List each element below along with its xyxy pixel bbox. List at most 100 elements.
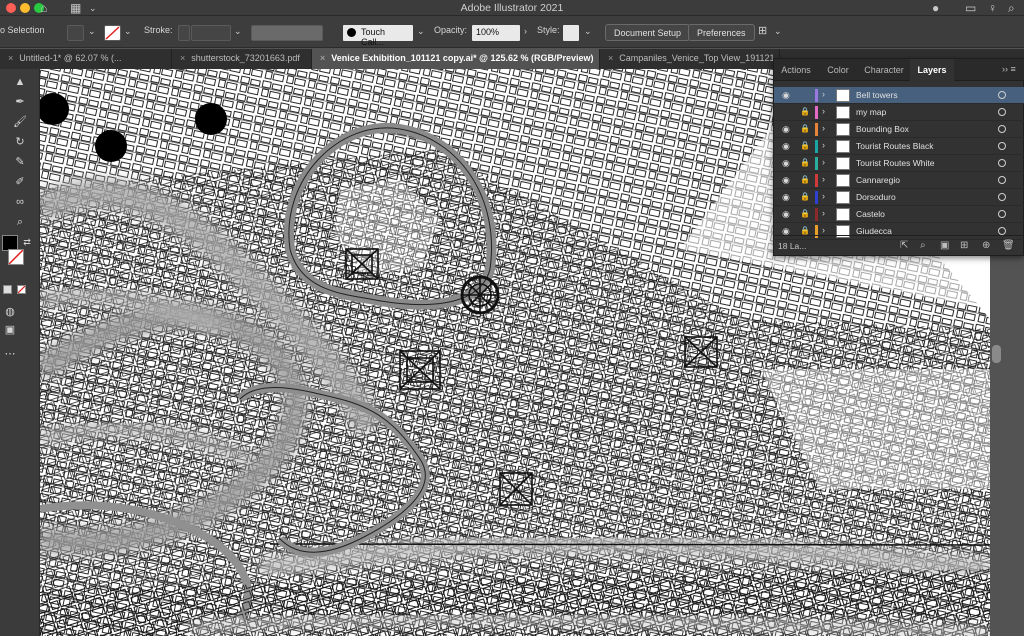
expand-arrow-icon[interactable]: › <box>822 89 825 99</box>
stroke-color-swatch[interactable] <box>8 249 24 265</box>
visibility-eye-icon[interactable]: ◉ <box>782 158 790 169</box>
chevron-down-icon[interactable]: ⌄ <box>234 26 242 37</box>
export-icon[interactable]: ⇱ <box>900 240 908 251</box>
close-icon[interactable]: × <box>608 53 613 63</box>
paintbrush-tool-icon[interactable]: 🖌 <box>13 115 27 129</box>
tab-color[interactable]: Color <box>818 59 858 81</box>
more-tools-icon[interactable]: ⋯ <box>3 347 17 361</box>
close-icon[interactable]: × <box>320 53 325 63</box>
visibility-eye-icon[interactable]: ◉ <box>782 192 790 203</box>
lock-icon[interactable]: 🔒 <box>800 124 810 133</box>
lock-icon[interactable]: 🔒 <box>800 107 810 116</box>
draw-mode-icon[interactable]: ◍ <box>3 305 17 319</box>
layer-row[interactable]: ◉ 🔒 › Cannaregio <box>774 172 1024 189</box>
reference-point-icon[interactable] <box>67 25 84 41</box>
chevron-down-icon[interactable]: ⌄ <box>417 26 425 37</box>
visibility-eye-icon[interactable]: ◉ <box>782 209 790 220</box>
expand-arrow-icon[interactable]: › <box>822 225 825 235</box>
expand-arrow-icon[interactable]: › <box>822 106 825 116</box>
layer-row[interactable]: ◉ 🔒 › Tourist Routes White <box>774 155 1024 172</box>
lock-icon[interactable]: 🔒 <box>800 141 810 150</box>
account-icon[interactable]: ● <box>932 1 939 15</box>
visibility-eye-icon[interactable]: ◉ <box>782 141 790 152</box>
layer-row[interactable]: ◉ 🔒 › Dorsoduro <box>774 189 1024 206</box>
lock-icon[interactable]: 🔒 <box>800 192 810 201</box>
trash-icon[interactable]: 🗑 <box>1002 240 1015 251</box>
tab-campaniles[interactable]: × Campaniles_Venice_Top View_191121 <box>600 49 780 69</box>
visibility-eye-icon[interactable]: ◉ <box>782 90 790 101</box>
none-mode-icon[interactable] <box>17 285 26 294</box>
expand-arrow-icon[interactable]: › <box>822 123 825 133</box>
stroke-none-swatch[interactable] <box>104 25 121 41</box>
target-circle-icon[interactable] <box>998 142 1006 150</box>
preferences-button[interactable]: Preferences <box>688 24 755 41</box>
layer-row[interactable]: 🔒 › my map <box>774 104 1024 121</box>
arrange-icon[interactable]: ⊞ <box>758 24 767 37</box>
tab-actions[interactable]: Actions <box>774 59 818 81</box>
tab-character[interactable]: Character <box>858 59 910 81</box>
tab-layers[interactable]: Layers <box>910 59 954 81</box>
target-circle-icon[interactable] <box>998 159 1006 167</box>
chevron-down-icon[interactable]: ⌄ <box>584 26 592 37</box>
expand-arrow-icon[interactable]: › <box>822 191 825 201</box>
lock-icon[interactable]: 🔒 <box>800 226 810 235</box>
screen-mode-icon[interactable]: ▣ <box>3 323 17 337</box>
target-circle-icon[interactable] <box>998 193 1006 201</box>
target-circle-icon[interactable] <box>998 91 1006 99</box>
expand-arrow-icon[interactable]: › <box>822 174 825 184</box>
rotate-tool-icon[interactable]: ↻ <box>13 135 27 149</box>
eyedropper-tool-icon[interactable]: ✐ <box>13 175 27 189</box>
expand-arrow-icon[interactable]: › <box>822 157 825 167</box>
visibility-eye-icon[interactable]: ◉ <box>782 175 790 186</box>
target-circle-icon[interactable] <box>998 125 1006 133</box>
stroke-stepper[interactable] <box>178 25 190 41</box>
target-circle-icon[interactable] <box>998 210 1006 218</box>
close-icon[interactable]: × <box>8 53 13 63</box>
layer-row[interactable]: ◉ 🔒 › Bounding Box <box>774 121 1024 138</box>
new-layer-icon[interactable]: ⊕ <box>982 240 990 251</box>
expand-arrow-icon[interactable]: › <box>822 140 825 150</box>
panel-menu-icon[interactable]: ›› ≡ <box>1002 64 1016 74</box>
zoom-tool-icon[interactable]: ⌕ <box>13 215 27 229</box>
brush-definition-field[interactable]: Touch Call... <box>343 25 413 47</box>
chevron-down-icon[interactable]: ⌄ <box>124 26 132 37</box>
tab-shutterstock[interactable]: × shutterstock_73201663.pdf <box>172 49 312 69</box>
discover-icon[interactable]: ♀ <box>988 1 997 15</box>
lock-icon[interactable]: 🔒 <box>800 158 810 167</box>
color-mode-icon[interactable] <box>3 285 12 294</box>
stroke-weight-field[interactable] <box>191 25 231 41</box>
layer-row[interactable]: ◉ › Bell towers <box>774 87 1024 104</box>
chevron-right-icon[interactable]: › <box>524 26 527 36</box>
layer-row[interactable]: ◉ 🔒 › Tourist Routes Black <box>774 138 1024 155</box>
document-setup-button[interactable]: Document Setup <box>605 24 691 41</box>
search-icon[interactable]: ⌕ <box>1008 1 1015 16</box>
layer-name: my map <box>856 107 887 117</box>
chevron-down-icon[interactable]: ⌄ <box>774 26 782 37</box>
target-circle-icon[interactable] <box>998 227 1006 235</box>
arrange-documents-icon[interactable]: ▭ <box>965 1 976 15</box>
tab-venice-exhibition[interactable]: × Venice Exhibition_101121 copy.ai* @ 125… <box>312 49 600 69</box>
visibility-eye-icon[interactable]: ◉ <box>782 124 790 135</box>
variable-width-profile[interactable] <box>251 25 323 41</box>
locate-object-icon[interactable]: ⌕ <box>920 240 926 251</box>
chevron-down-icon[interactable]: ⌄ <box>88 26 96 37</box>
pen-tool-icon[interactable]: ✒ <box>13 95 27 109</box>
layer-row[interactable]: ◉ 🔒 › Castelo <box>774 206 1024 223</box>
clipping-mask-icon[interactable]: ▣ <box>940 240 949 251</box>
target-circle-icon[interactable] <box>998 176 1006 184</box>
swap-colors-icon[interactable]: ⇄ <box>20 235 34 249</box>
selection-tool-icon[interactable]: ▲ <box>13 75 27 89</box>
vertical-scrollbar[interactable] <box>992 345 1001 363</box>
new-sublayer-icon[interactable]: ⊞ <box>960 240 968 251</box>
target-circle-icon[interactable] <box>998 108 1006 116</box>
opacity-field[interactable]: 100% <box>472 25 520 41</box>
close-icon[interactable]: × <box>180 53 185 63</box>
blend-tool-icon[interactable]: ∞ <box>13 195 27 209</box>
lock-icon[interactable]: 🔒 <box>800 209 810 218</box>
expand-arrow-icon[interactable]: › <box>822 208 825 218</box>
graphic-style-swatch[interactable] <box>563 25 579 41</box>
layer-name: Castelo <box>856 209 885 219</box>
shaper-tool-icon[interactable]: ✎ <box>13 155 27 169</box>
lock-icon[interactable]: 🔒 <box>800 175 810 184</box>
tab-untitled[interactable]: × Untitled-1* @ 62.07 % (... <box>0 49 172 69</box>
